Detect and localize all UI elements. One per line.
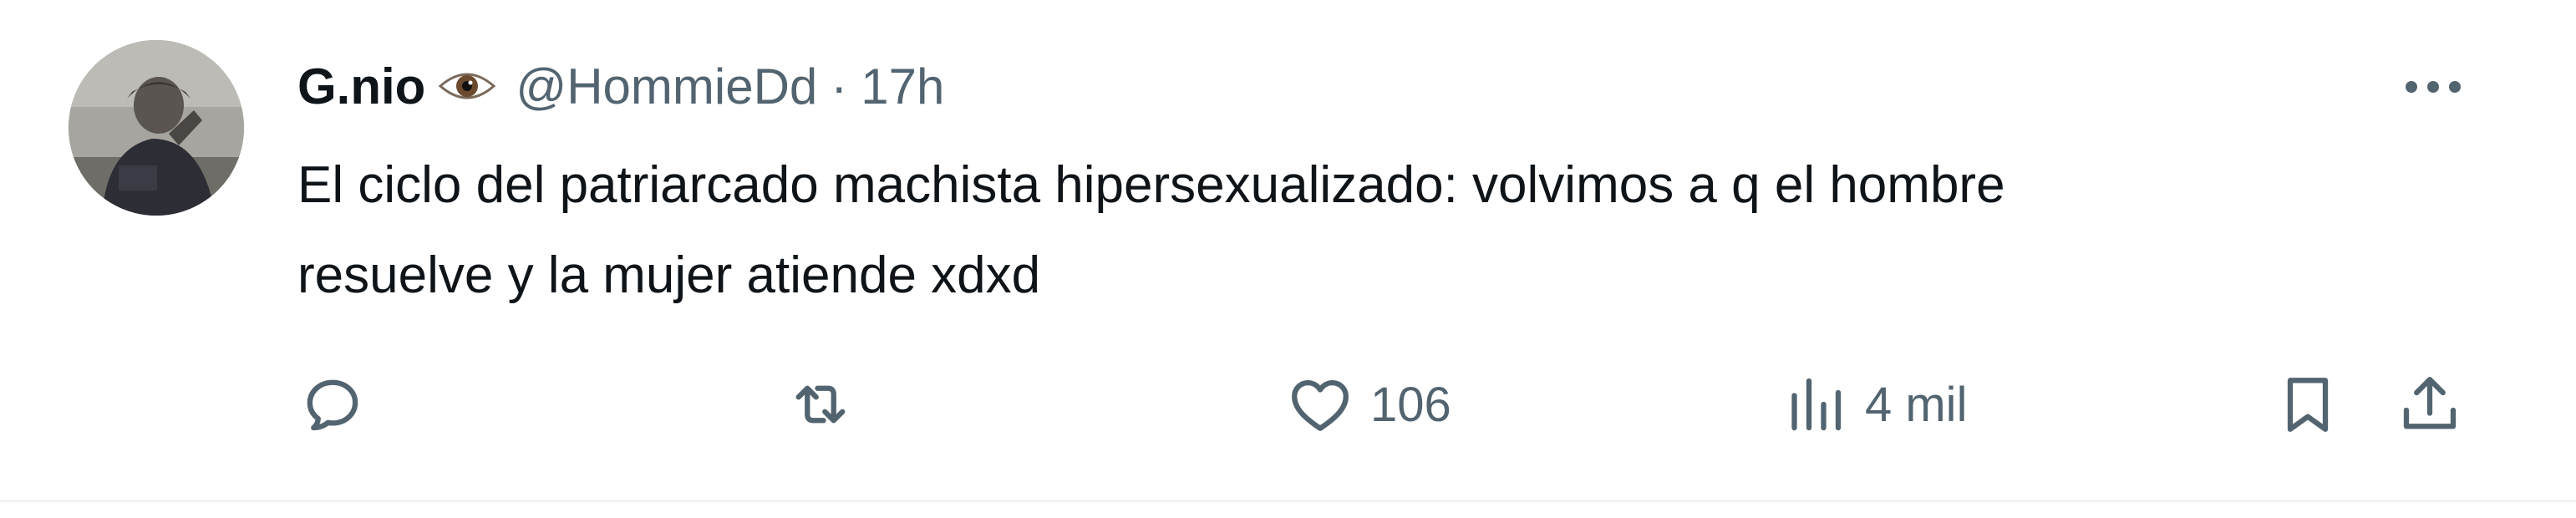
tweet-text-line: resuelve y la mujer atiende xdxd (297, 246, 1041, 304)
views-count: 4 mil (1865, 377, 1968, 432)
bookmark-button[interactable] (2273, 368, 2343, 441)
tweet-text: El ciclo del patriarcado machista hipers… (297, 140, 2487, 321)
views-icon (1791, 378, 1842, 431)
user-handle[interactable]: @HommieDd (516, 58, 817, 115)
tweet-divider (0, 500, 2576, 502)
header-separator: · (831, 58, 848, 114)
like-button[interactable]: 106 (1285, 368, 1451, 441)
more-options-button[interactable] (2393, 60, 2473, 114)
bookmark-icon (2287, 378, 2329, 432)
retweet-icon (795, 385, 846, 424)
share-icon (2403, 377, 2457, 429)
more-icon (2406, 81, 2461, 93)
tweet-header: G.nio @HommieDd · 17h (297, 48, 944, 124)
reply-icon (307, 379, 358, 431)
retweet-button[interactable] (785, 368, 856, 441)
tweet-timestamp[interactable]: 17h (861, 58, 944, 115)
heart-icon (1292, 379, 1349, 431)
avatar-image (69, 40, 244, 216)
tweet-text-line: El ciclo del patriarcado machista hipers… (297, 156, 2005, 214)
reply-button[interactable] (297, 368, 368, 441)
views-button[interactable]: 4 mil (1780, 368, 1967, 441)
avatar[interactable] (69, 40, 244, 216)
eye-icon (437, 66, 497, 106)
tweet-card[interactable]: G.nio @HommieDd · 17h El ciclo del patri… (0, 0, 2576, 518)
share-button[interactable] (2395, 368, 2465, 441)
like-count: 106 (1370, 377, 1451, 432)
display-name[interactable]: G.nio (297, 58, 425, 115)
